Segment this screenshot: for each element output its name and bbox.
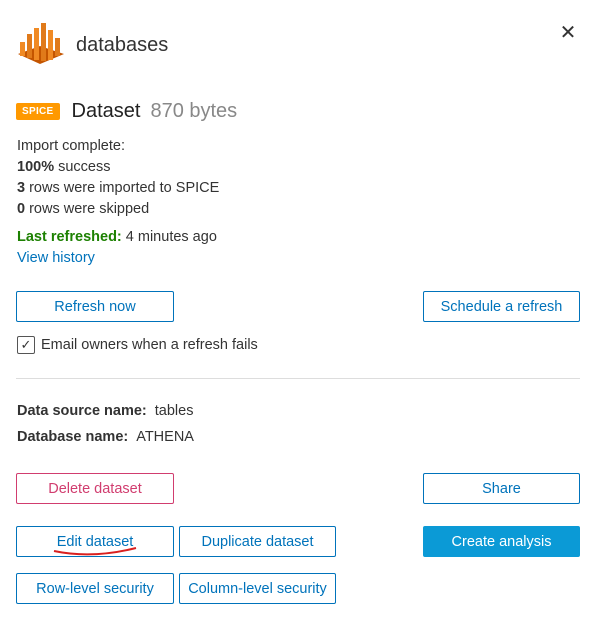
divider <box>16 378 580 379</box>
annotation-underline <box>53 547 137 556</box>
skipped-text: rows were skipped <box>25 201 150 217</box>
success-value: 100% <box>17 159 55 175</box>
close-icon[interactable]: ✕ <box>556 22 580 46</box>
column-level-security-button[interactable]: Column-level security <box>179 573 336 604</box>
success-line: 100% success <box>17 157 219 178</box>
spice-badge: SPICE <box>16 103 60 120</box>
email-owners-option[interactable]: ✓ Email owners when a refresh fails <box>17 336 258 354</box>
imported-value: 3 <box>17 180 26 196</box>
delete-dataset-button[interactable]: Delete dataset <box>16 473 174 504</box>
refresh-now-label: Refresh now <box>54 298 136 315</box>
row-level-security-button[interactable]: Row-level security <box>16 573 174 604</box>
database-value: ATHENA <box>136 429 194 445</box>
dataset-size: 870 bytes <box>150 100 238 122</box>
share-label: Share <box>482 480 521 497</box>
duplicate-dataset-label: Duplicate dataset <box>201 533 314 550</box>
page-title: databases <box>76 33 169 56</box>
duplicate-dataset-button[interactable]: Duplicate dataset <box>179 526 336 557</box>
database-label: Database name: <box>17 429 129 445</box>
dataset-name: Dataset <box>71 100 141 122</box>
database-row: Database name: ATHENA <box>17 429 194 445</box>
dataset-row: SPICE Dataset 870 bytes <box>16 100 237 123</box>
header: databases <box>16 20 168 70</box>
share-button[interactable]: Share <box>423 473 580 504</box>
view-history-link[interactable]: View history <box>17 250 95 266</box>
create-analysis-label: Create analysis <box>451 533 552 550</box>
skipped-line: 0 rows were skipped <box>17 199 219 220</box>
imported-text: rows were imported to SPICE <box>25 180 220 196</box>
data-source-label: Data source name: <box>17 403 147 419</box>
import-status: Import complete: 100% success 3 rows wer… <box>17 136 219 220</box>
email-owners-label: Email owners when a refresh fails <box>41 337 258 353</box>
refresh-now-button[interactable]: Refresh now <box>16 291 174 322</box>
last-refreshed-value: 4 minutes ago <box>121 229 217 245</box>
schedule-refresh-button[interactable]: Schedule a refresh <box>423 291 580 322</box>
schedule-refresh-label: Schedule a refresh <box>440 298 563 315</box>
checkbox-checked-icon[interactable]: ✓ <box>17 336 35 354</box>
last-refreshed-label: Last refreshed: <box>17 229 122 245</box>
import-status-heading: Import complete: <box>17 138 125 154</box>
skipped-value: 0 <box>17 201 26 217</box>
row-level-security-label: Row-level security <box>36 580 154 597</box>
last-refreshed: Last refreshed: 4 minutes ago <box>17 229 217 245</box>
imported-line: 3 rows were imported to SPICE <box>17 178 219 199</box>
column-level-security-label: Column-level security <box>188 580 327 597</box>
create-analysis-button[interactable]: Create analysis <box>423 526 580 557</box>
delete-dataset-label: Delete dataset <box>48 480 142 497</box>
data-source-row: Data source name: tables <box>17 403 193 419</box>
data-source-value: tables <box>154 403 194 419</box>
bar-chart-icon <box>16 20 66 70</box>
success-text: success <box>54 159 111 175</box>
